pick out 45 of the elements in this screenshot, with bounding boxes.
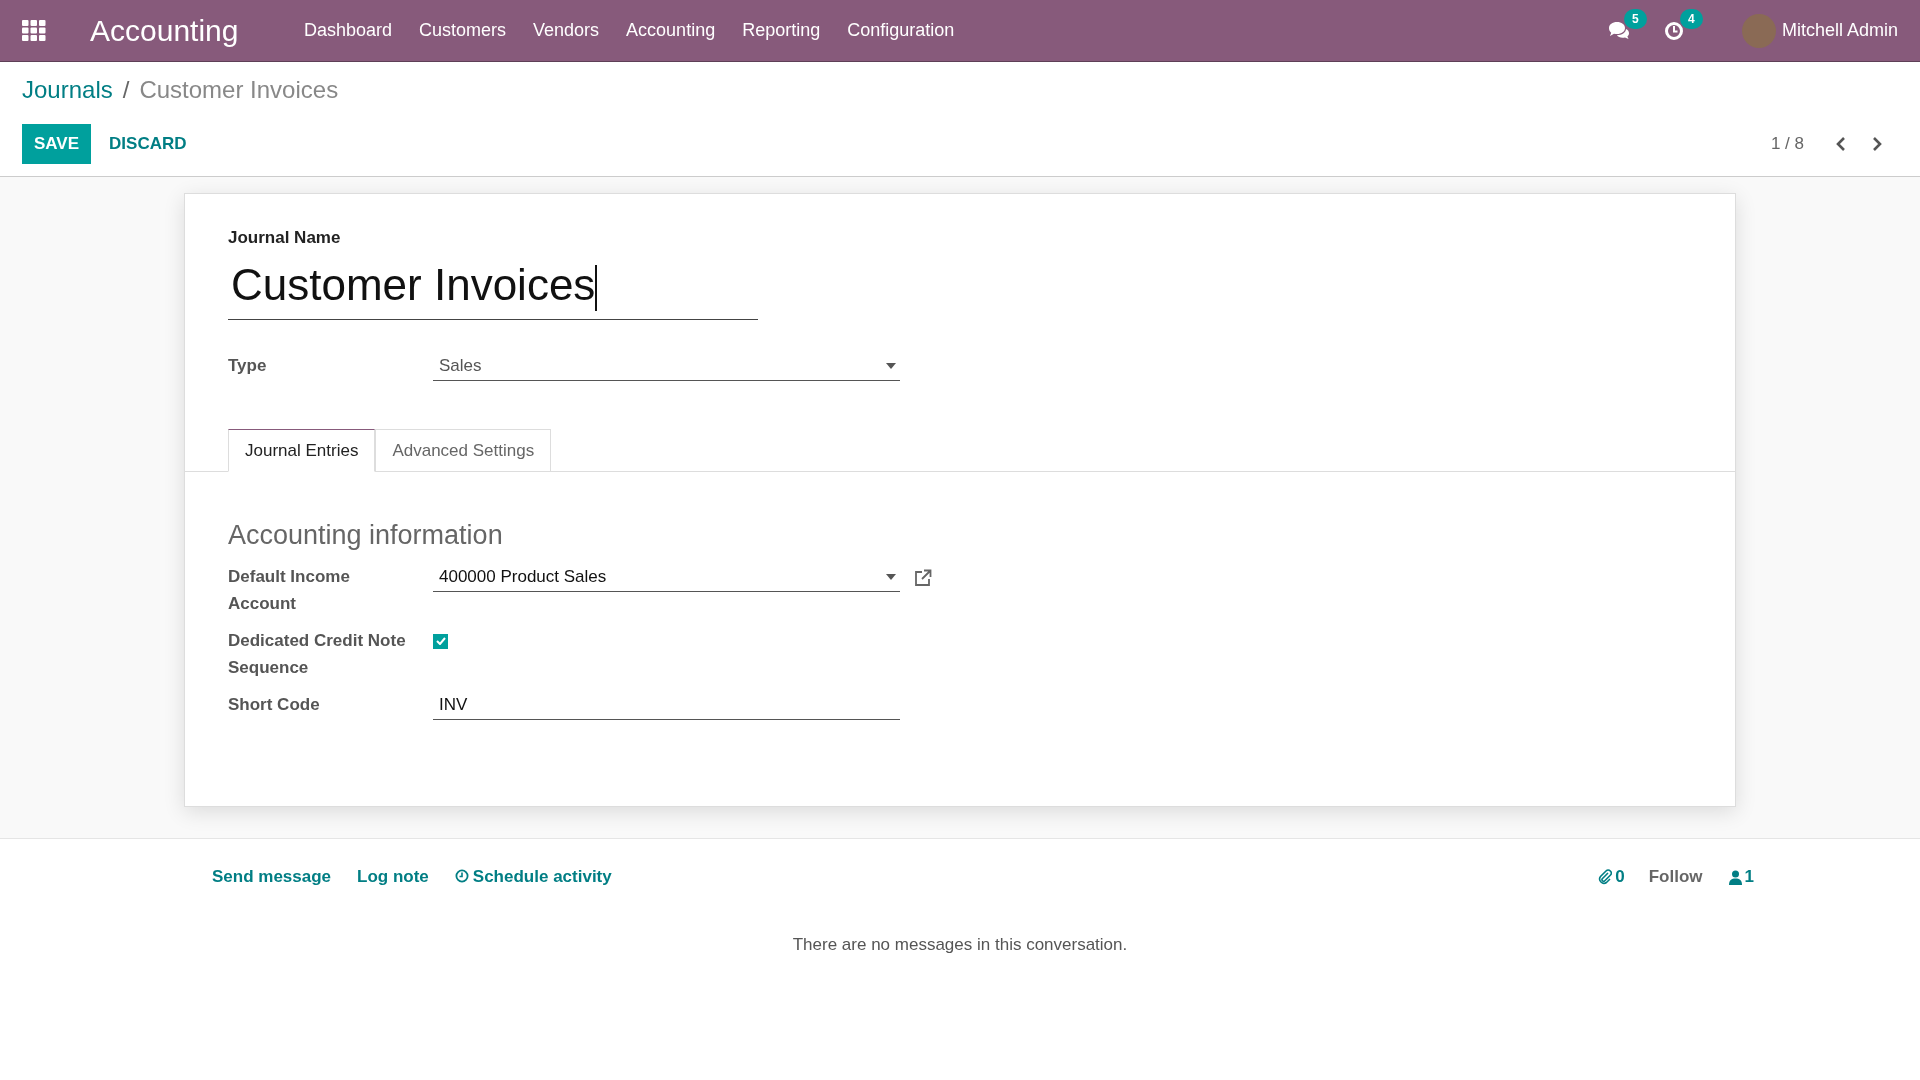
field-label: Short Code [228,694,321,717]
app-title: Accounting [90,13,239,48]
journal-name-field[interactable]: Customer Invoices [228,252,758,321]
chat-icon[interactable] [1607,20,1630,41]
discard-button[interactable]: DISCARD [97,124,199,164]
field-label: Type [228,355,268,378]
field-label: Default Income Account [228,566,351,616]
apps-grid-icon[interactable] [22,19,46,42]
menu-item[interactable]: Dashboard [290,20,406,41]
activity-count-badge: 4 [1679,8,1703,29]
section-title: Accounting information [228,520,504,552]
caret-icon [886,574,896,581]
chatter-link[interactable]: Send message [212,867,332,887]
caret-icon [886,363,896,370]
clock-icon [454,869,469,883]
tab[interactable]: Journal Entries [228,429,376,473]
field-label: Journal Name [228,228,342,248]
breadcrumb-separator: / [122,76,130,104]
chatter-link[interactable]: Log note [357,867,429,887]
message-count-badge: 5 [1623,8,1647,29]
short-code-field[interactable]: INV [433,691,900,721]
followers-button[interactable]: 1 [1728,867,1754,887]
breadcrumb-current: Customer Invoices [139,76,339,104]
clock-icon[interactable] [1663,20,1684,41]
field-label: Dedicated Credit Note Sequence [228,630,407,680]
menu-item[interactable]: Vendors [519,20,613,41]
menu-item[interactable]: Reporting [728,20,834,41]
previous-icon[interactable] [1834,136,1848,152]
tab[interactable]: Advanced Settings [375,429,552,473]
schedule-activity-link[interactable]: Schedule activity [454,867,612,887]
follow-button[interactable]: Follow [1648,867,1703,887]
type-select[interactable]: Sales [433,352,900,382]
external-link-icon[interactable] [914,568,932,587]
save-button[interactable]: SAVE [22,124,92,164]
pager-text: 1 / 8 [1770,134,1804,154]
empty-message: There are no messages in this conversation. [791,935,1129,955]
user-name[interactable]: Mitchell Admin [1781,20,1898,41]
checkbox[interactable] [433,633,448,649]
menu-item[interactable]: Accounting [612,20,729,41]
next-icon[interactable] [1870,136,1884,152]
breadcrumb-link[interactable]: Journals [22,76,113,104]
attachments-button[interactable]: 0 [1598,867,1625,887]
account-select[interactable]: 400000 Product Sales [433,563,900,593]
menu-item[interactable]: Configuration [833,20,968,41]
menu-item[interactable]: Customers [405,20,520,41]
